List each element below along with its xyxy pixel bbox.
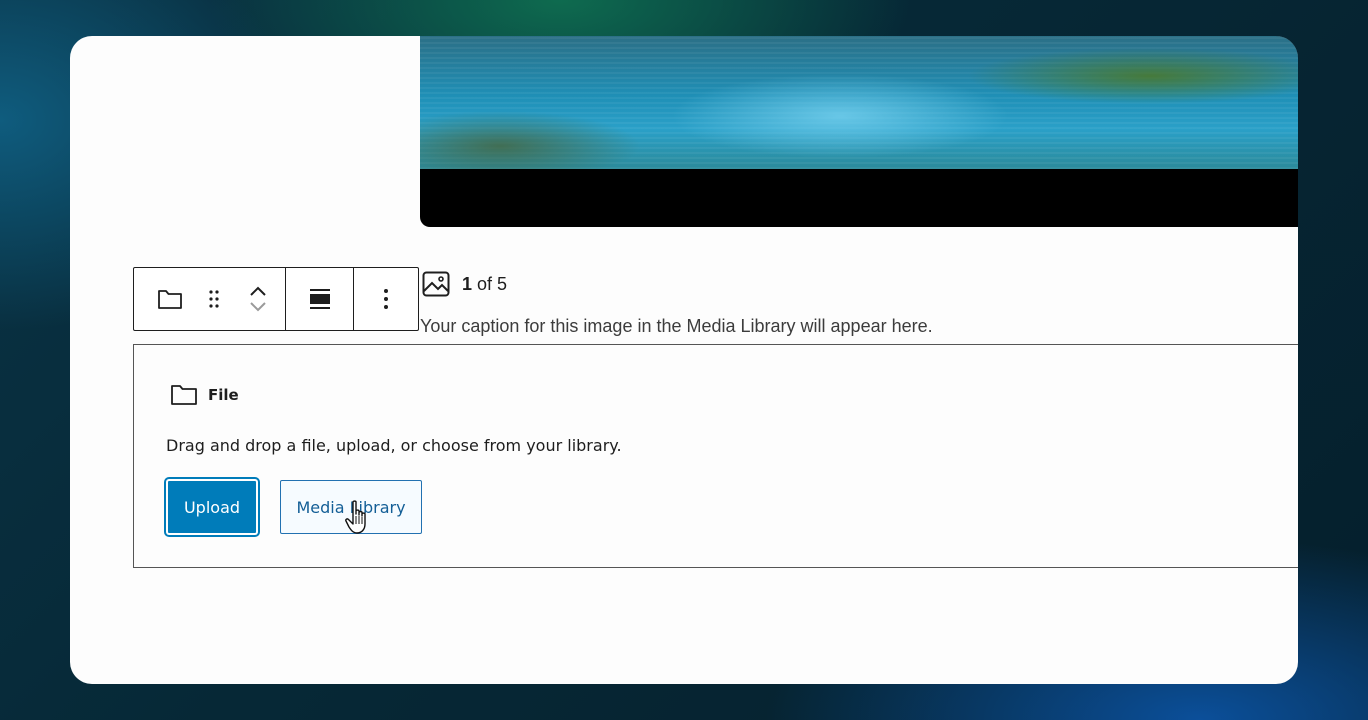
move-buttons[interactable] [240, 279, 276, 319]
more-options-icon [384, 289, 388, 309]
file-block-placeholder[interactable]: File Drag and drop a file, upload, or ch… [133, 344, 1298, 568]
image-icon [422, 271, 450, 297]
drag-handle-icon [209, 290, 219, 308]
upload-button[interactable]: Upload [166, 479, 258, 535]
gallery-image[interactable] [420, 36, 1298, 227]
align-icon [309, 289, 330, 309]
align-button[interactable] [302, 279, 338, 319]
lake-photo [420, 36, 1298, 169]
toolbar-group-options [354, 268, 418, 330]
gallery-counter: 1 of 5 [422, 269, 507, 299]
media-library-button[interactable]: Media Library [280, 480, 422, 534]
counter-total: of 5 [477, 273, 508, 294]
block-type-button[interactable] [152, 279, 188, 319]
editor-canvas: 1 of 5 Your caption for this image in th… [70, 36, 1298, 684]
counter-current: 1 [462, 273, 473, 294]
block-toolbar [133, 267, 419, 331]
drag-handle-button[interactable] [196, 279, 232, 319]
toolbar-group-block [134, 268, 286, 330]
toolbar-group-align [286, 268, 354, 330]
file-block-header: File [170, 383, 239, 407]
folder-icon [158, 290, 182, 309]
chevron-down-icon[interactable] [249, 302, 267, 312]
file-block-instructions: Drag and drop a file, upload, or choose … [166, 436, 622, 455]
image-caption[interactable]: Your caption for this image in the Media… [420, 316, 933, 337]
file-block-title: File [208, 386, 239, 404]
folder-icon [171, 385, 197, 405]
more-options-button[interactable] [368, 279, 404, 319]
chevron-up-icon[interactable] [249, 286, 267, 296]
